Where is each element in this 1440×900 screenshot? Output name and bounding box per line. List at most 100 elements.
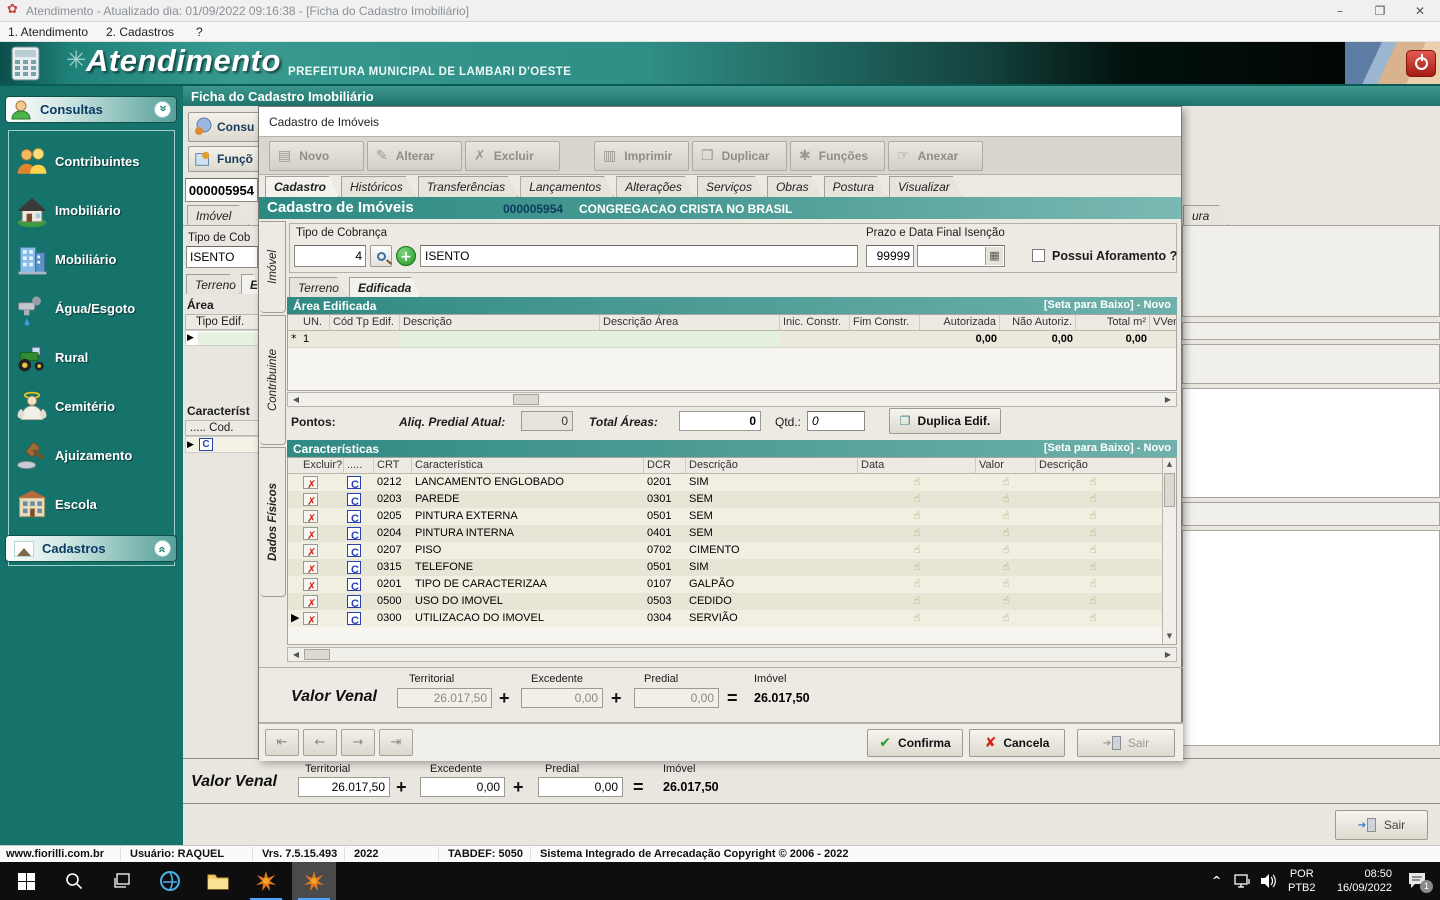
tab-terreno-behind[interactable]: Terreno [186,274,240,294]
nav-last-button[interactable]: ⇥ [379,729,413,756]
data-hand-icon[interactable]: ☝ [911,542,924,556]
maximize-button[interactable]: ❐ [1360,0,1400,22]
scroll-left-icon[interactable]: ◀ [288,396,304,404]
excluir-button[interactable]: ✗Excluir [465,141,560,171]
collapse-consultas-button[interactable]: « [154,101,171,118]
delete-row-icon[interactable]: ✗ [303,578,318,591]
side-tab-imovel[interactable]: Imóvel [260,221,286,313]
characteristic-icon[interactable]: C [347,595,361,608]
valor-hand-icon[interactable]: ☝ [1000,576,1013,590]
table-row-selected[interactable]: ▶ ✗ C 0300 UTILIZACAO DO IMOVEL 0304 SER… [288,610,1176,627]
data-hand-icon[interactable]: ☝ [911,576,924,590]
data-hand-icon[interactable]: ☝ [911,525,924,539]
power-button[interactable] [1406,50,1436,77]
table-row[interactable]: * 1 0,00 0,00 0,00 [288,331,1176,348]
table-row[interactable]: ✗ C 0500 USO DO IMOVEL 0503 CEDIDO ☝ ☝ ☝ [288,593,1176,610]
tab-postura[interactable]: Postura [824,176,887,197]
delete-row-icon[interactable]: ✗ [303,493,318,506]
data-hand-icon[interactable]: ☝ [911,508,924,522]
tab-postura-behind[interactable]: ura [1183,205,1229,225]
duplica-edif-button[interactable]: ❐ Duplica Edif. [889,408,1001,434]
sidebar-group-cadastros[interactable]: Cadastros « [5,535,177,562]
funcoes-quick-button[interactable]: Funçõ [188,146,260,172]
total-areas-field[interactable]: 0 [679,411,761,431]
delete-row-icon[interactable]: ✗ [303,612,318,625]
add-button[interactable]: + [396,246,416,266]
delete-row-icon[interactable]: ✗ [303,527,318,540]
minimize-button[interactable]: – [1320,0,1360,22]
data-final-field[interactable]: ▦ [917,245,1005,267]
subtab-terreno[interactable]: Terreno [289,277,347,297]
tipo-cobranca-desc-field[interactable]: ISENTO [420,245,858,267]
sidebar-item-imobiliario[interactable]: Imobiliário [9,186,174,235]
sidebar-item-agua-esgoto[interactable]: Água/Esgoto [9,284,174,333]
predial-field[interactable]: 0,00 [538,777,623,797]
search-button[interactable] [370,245,392,267]
characteristic-icon[interactable]: C [347,510,361,523]
sidebar-item-escola[interactable]: Escola [9,480,174,529]
sidebar-item-ajuizamento[interactable]: Ajuizamento [9,431,174,480]
scroll-right-icon[interactable]: ▶ [1160,396,1176,404]
tab-cadastro[interactable]: Cadastro [265,176,339,197]
notification-center-button[interactable]: 1 [1398,862,1438,900]
data-hand-icon[interactable]: ☝ [911,474,924,488]
isento-field-behind[interactable]: ISENTO [186,246,258,268]
volume-icon[interactable] [1254,862,1284,900]
delete-row-icon[interactable]: ✗ [303,595,318,608]
tab-historicos[interactable]: Históricos [341,176,416,197]
descricao-hand-icon[interactable]: ☝ [1087,576,1100,590]
characteristic-icon[interactable]: C [347,527,361,540]
table-row[interactable]: ✗ C 0204 PINTURA INTERNA 0401 SEM ☝ ☝ ☝ [288,525,1176,542]
nav-next-button[interactable]: → [341,729,375,756]
tab-transferencias[interactable]: Transferências [418,176,518,197]
valor-hand-icon[interactable]: ☝ [1000,474,1013,488]
scroll-thumb[interactable] [304,649,330,660]
scroll-up-icon[interactable]: ▲ [1163,458,1176,472]
sidebar-item-contribuintes[interactable]: Contribuintes [9,137,174,186]
language-indicator[interactable]: PORPTB2 [1288,867,1316,895]
delete-row-icon[interactable]: ✗ [303,561,318,574]
area-h-scrollbar[interactable]: ◀ ▶ [287,392,1177,407]
valor-hand-icon[interactable]: ☝ [1000,593,1013,607]
funcoes-button[interactable]: ✱Funções [790,141,885,171]
table-row[interactable]: ✗ C 0207 PISO 0702 CIMENTO ☝ ☝ ☝ [288,542,1176,559]
scroll-left-icon[interactable]: ◀ [288,651,304,659]
nav-first-button[interactable]: ⇤ [265,729,299,756]
side-tab-contribuinte[interactable]: Contribuinte [260,315,286,445]
valor-hand-icon[interactable]: ☝ [1000,525,1013,539]
data-hand-icon[interactable]: ☝ [911,593,924,607]
aforamento-checkbox[interactable] [1032,249,1045,262]
novo-button[interactable]: ▤Novo [269,141,364,171]
characteristic-icon[interactable]: C [347,493,361,506]
tab-lancamentos[interactable]: Lançamentos [520,176,614,197]
characteristic-icon[interactable]: C [347,476,361,489]
sidebar-item-mobiliario[interactable]: Mobiliário [9,235,174,284]
property-code-field[interactable]: 000005954 [185,178,258,202]
descricao-hand-icon[interactable]: ☝ [1087,508,1100,522]
menu-atendimento[interactable]: 1. Atendimento [8,25,88,39]
sidebar-item-rural[interactable]: Rural [9,333,174,382]
dialog-sair-button[interactable]: ➔ Sair [1077,729,1175,757]
expand-cadastros-button[interactable]: « [154,540,171,557]
scroll-right-icon[interactable]: ▶ [1160,651,1176,659]
characteristic-icon[interactable]: C [347,578,361,591]
cancela-button[interactable]: ✘ Cancela [969,729,1065,757]
fiorilli-app-button[interactable] [244,862,288,900]
tab-visualizar[interactable]: Visualizar [889,176,963,197]
data-hand-icon[interactable]: ☝ [911,491,924,505]
excedente-field[interactable]: 0,00 [420,777,505,797]
caracteristicas-h-scrollbar[interactable]: ◀ ▶ [287,647,1177,662]
side-tab-dados-fisicos[interactable]: Dados Físicos [260,447,286,597]
valor-hand-icon[interactable]: ☝ [1000,559,1013,573]
table-row[interactable]: ✗ C 0201 TIPO DE CARACTERIZAA 0107 GALPÃ… [288,576,1176,593]
qtd-field[interactable]: 0 [807,411,865,431]
caracteristicas-v-scrollbar[interactable]: ▲ ▼ [1162,458,1176,644]
tab-imovel-behind[interactable]: Imóvel [187,205,249,225]
tray-chevron-icon[interactable]: ^ [1212,874,1221,888]
characteristic-icon[interactable]: C [347,561,361,574]
caracteristicas-table[interactable]: Excluir? ..... CRT Característica DCR De… [287,457,1177,645]
scroll-thumb[interactable] [513,394,539,405]
confirma-button[interactable]: ✔ Confirma [867,729,963,757]
subtab-edificada[interactable]: Edificada [349,277,421,297]
delete-row-icon[interactable]: ✗ [303,510,318,523]
